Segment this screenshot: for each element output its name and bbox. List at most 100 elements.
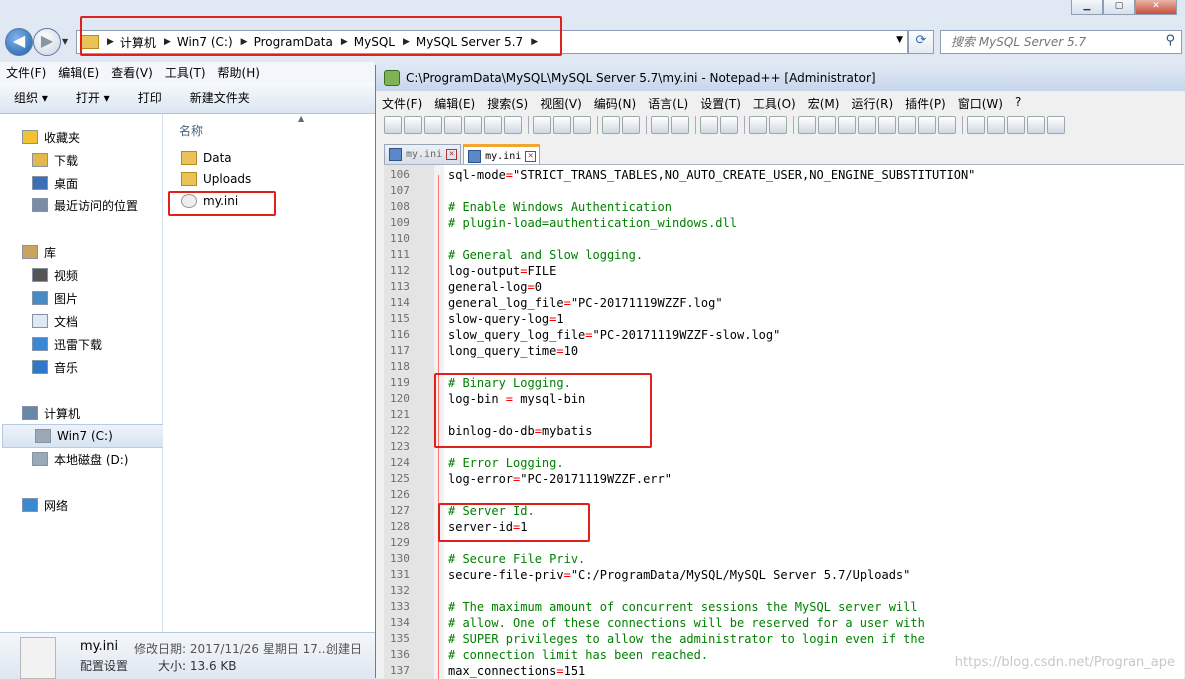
word-wrap-icon[interactable] <box>798 116 816 134</box>
breadcrumb-item[interactable]: MySQL <box>354 35 395 49</box>
breadcrumb-arrow-icon[interactable]: ▶ <box>531 37 538 47</box>
npp-menu-item[interactable]: 文件(F) <box>376 93 428 113</box>
menu-item[interactable]: 查看(V) <box>105 62 159 82</box>
sidebar-item[interactable]: 文档 <box>0 310 160 332</box>
close-all-icon[interactable] <box>484 116 502 134</box>
zoom-out-icon[interactable] <box>720 116 738 134</box>
sidebar-item[interactable]: 图片 <box>0 287 160 309</box>
line-content[interactable]: long_query_time=10 <box>448 343 578 359</box>
command-button[interactable]: 打印 <box>124 89 176 106</box>
record-macro-icon[interactable] <box>967 116 985 134</box>
code-editor[interactable]: 106 sql-mode="STRICT_TRANS_TABLES,NO_AUTO… <box>384 164 1184 679</box>
npp-menu-item[interactable]: 视图(V) <box>534 93 588 113</box>
npp-menu-item[interactable]: 语言(L) <box>642 93 694 113</box>
npp-menu-item[interactable]: 宏(M) <box>802 93 846 113</box>
address-dropdown-icon[interactable]: ▼ <box>896 35 903 45</box>
command-button[interactable]: 新建文件夹 <box>176 89 264 106</box>
line-content[interactable]: # General and Slow logging. <box>448 247 643 263</box>
sidebar-item[interactable]: 计算机 <box>0 402 160 424</box>
sidebar-item[interactable]: 网络 <box>0 494 160 516</box>
line-content[interactable]: # The maximum amount of concurrent sessi… <box>448 599 918 615</box>
menu-item[interactable]: 工具(T) <box>159 62 212 82</box>
cut-icon[interactable] <box>533 116 551 134</box>
line-content[interactable]: slow-query-log=1 <box>448 311 564 327</box>
sidebar-item[interactable]: 库 <box>0 241 160 263</box>
menu-item[interactable]: 文件(F) <box>0 62 52 82</box>
line-content[interactable]: # Server Id. <box>448 503 535 519</box>
breadcrumb-item[interactable]: Win7 (C:) <box>177 35 233 49</box>
stop-macro-icon[interactable] <box>987 116 1005 134</box>
breadcrumb-arrow-icon[interactable]: ▶ <box>164 37 171 47</box>
save-icon[interactable] <box>424 116 442 134</box>
sidebar-item[interactable]: 下载 <box>0 149 160 171</box>
sidebar-item[interactable]: 桌面 <box>0 172 160 194</box>
sidebar-item[interactable]: 本地磁盘 (D:) <box>0 448 160 470</box>
line-content[interactable]: # connection limit has been reached. <box>448 647 708 663</box>
find-icon[interactable] <box>651 116 669 134</box>
line-content[interactable]: secure-file-priv="C:/ProgramData/MySQL/M… <box>448 567 910 583</box>
npp-menu-item[interactable]: 编辑(E) <box>428 93 481 113</box>
search-icon[interactable]: ⚲ <box>1165 33 1175 48</box>
language-icon[interactable] <box>858 116 876 134</box>
minimize-button[interactable]: ▁ <box>1071 0 1103 15</box>
line-content[interactable]: # Error Logging. <box>448 455 564 471</box>
back-button[interactable]: ◀ <box>5 28 33 56</box>
redo-icon[interactable] <box>622 116 640 134</box>
line-content[interactable]: # SUPER privileges to allow the administ… <box>448 631 925 647</box>
copy-icon[interactable] <box>553 116 571 134</box>
zoom-in-icon[interactable] <box>700 116 718 134</box>
line-content[interactable]: log-bin = mysql-bin <box>448 391 585 407</box>
close-button[interactable]: ✕ <box>1135 0 1177 15</box>
doc-map-icon[interactable] <box>878 116 896 134</box>
breadcrumb-item[interactable]: 计算机 <box>120 34 156 51</box>
sidebar-item[interactable]: 迅雷下载 <box>0 333 160 355</box>
maximize-button[interactable]: ▢ <box>1103 0 1135 15</box>
breadcrumb-arrow-icon[interactable]: ▶ <box>241 37 248 47</box>
line-content[interactable]: log-error="PC-20171119WZZF.err" <box>448 471 672 487</box>
paste-icon[interactable] <box>573 116 591 134</box>
breadcrumb-arrow-icon[interactable]: ▶ <box>341 37 348 47</box>
line-content[interactable]: binlog-do-db=mybatis <box>448 423 593 439</box>
refresh-button[interactable]: ⟳ <box>908 30 934 54</box>
sync-horizontal-icon[interactable] <box>769 116 787 134</box>
npp-menu-item[interactable]: 插件(P) <box>899 93 952 113</box>
command-button[interactable]: 打开 ▾ <box>62 89 124 106</box>
print-icon[interactable] <box>504 116 522 134</box>
npp-menu-item[interactable]: 设置(T) <box>694 93 747 113</box>
close-icon[interactable] <box>464 116 482 134</box>
line-content[interactable]: # allow. One of these connections will b… <box>448 615 925 631</box>
run-macro-multiple-icon[interactable] <box>1027 116 1045 134</box>
npp-menu-item[interactable]: 搜索(S) <box>481 93 534 113</box>
history-dropdown-icon[interactable]: ▼ <box>62 37 68 46</box>
save-macro-icon[interactable] <box>1047 116 1065 134</box>
sidebar-item[interactable]: 视频 <box>0 264 160 286</box>
menu-item[interactable]: 编辑(E) <box>52 62 105 82</box>
file-item-data[interactable]: Data <box>181 148 232 168</box>
npp-menu-item[interactable]: 运行(R) <box>845 93 899 113</box>
open-file-icon[interactable] <box>404 116 422 134</box>
undo-icon[interactable] <box>602 116 620 134</box>
command-button[interactable]: 组织 ▾ <box>0 89 62 106</box>
npp-tab-my-ini[interactable]: my.ini ✕ <box>384 144 462 164</box>
line-content[interactable]: general_log_file="PC-20171119WZZF.log" <box>448 295 723 311</box>
sidebar-item[interactable]: 音乐 <box>0 356 160 378</box>
npp-menu-item[interactable]: 工具(O) <box>747 93 802 113</box>
new-file-icon[interactable] <box>384 116 402 134</box>
line-content[interactable]: max_connections=151 <box>448 663 585 679</box>
file-item-uploads[interactable]: Uploads <box>181 169 251 189</box>
breadcrumb-arrow-icon[interactable]: ▶ <box>403 37 410 47</box>
line-content[interactable]: log-output=FILE <box>448 263 556 279</box>
address-bar[interactable]: ▶ 计算机 ▶ Win7 (C:) ▶ ProgramData ▶ MySQL ▶ MySQL S… <box>76 30 908 54</box>
close-tab-icon[interactable]: ✕ <box>446 149 458 160</box>
column-header-name[interactable]: 名称 <box>179 122 203 139</box>
line-content[interactable]: slow_query_log_file="PC-20171119WZZF-slo… <box>448 327 780 343</box>
line-content[interactable]: general-log=0 <box>448 279 542 295</box>
show-all-chars-icon[interactable] <box>818 116 836 134</box>
play-macro-icon[interactable] <box>1007 116 1025 134</box>
sidebar-item[interactable]: Win7 (C:) <box>2 424 164 448</box>
replace-icon[interactable] <box>671 116 689 134</box>
folder-workspace-icon[interactable] <box>918 116 936 134</box>
npp-menu-item[interactable]: 编码(N) <box>588 93 642 113</box>
close-tab-icon[interactable]: ✕ <box>525 150 537 162</box>
function-list-icon[interactable] <box>898 116 916 134</box>
